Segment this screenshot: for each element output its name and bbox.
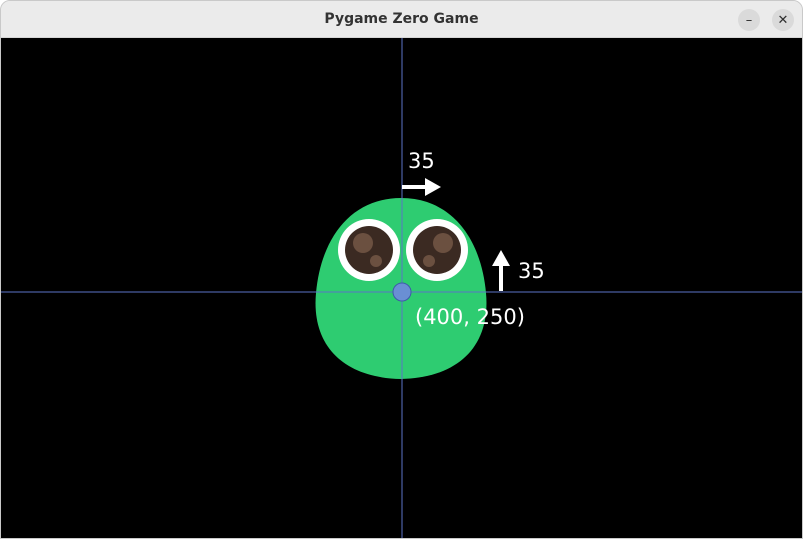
minimize-icon: – bbox=[745, 12, 753, 28]
minimize-button[interactable]: – bbox=[738, 9, 760, 31]
position-label: (400, 250) bbox=[415, 305, 525, 329]
right-arrow-icon bbox=[402, 178, 441, 196]
up-arrow-icon bbox=[492, 250, 510, 291]
game-scene: 35 35 (400, 250) bbox=[1, 38, 802, 538]
game-canvas[interactable]: 35 35 (400, 250) bbox=[1, 38, 802, 538]
left-eye-highlight bbox=[353, 233, 373, 253]
close-icon: ✕ bbox=[777, 12, 789, 28]
close-button[interactable]: ✕ bbox=[772, 9, 794, 31]
right-eye-highlight bbox=[433, 233, 453, 253]
title-bar[interactable]: Pygame Zero Game – ✕ bbox=[1, 1, 802, 38]
right-eye-highlight-small bbox=[423, 255, 435, 267]
anchor-point-marker bbox=[392, 282, 412, 302]
x-offset-label: 35 bbox=[408, 149, 435, 173]
left-eye-highlight-small bbox=[370, 255, 382, 267]
y-offset-label: 35 bbox=[518, 259, 545, 283]
app-window: Pygame Zero Game – ✕ 35 35 (400, 250) bbox=[0, 0, 803, 539]
window-title: Pygame Zero Game bbox=[324, 11, 479, 27]
